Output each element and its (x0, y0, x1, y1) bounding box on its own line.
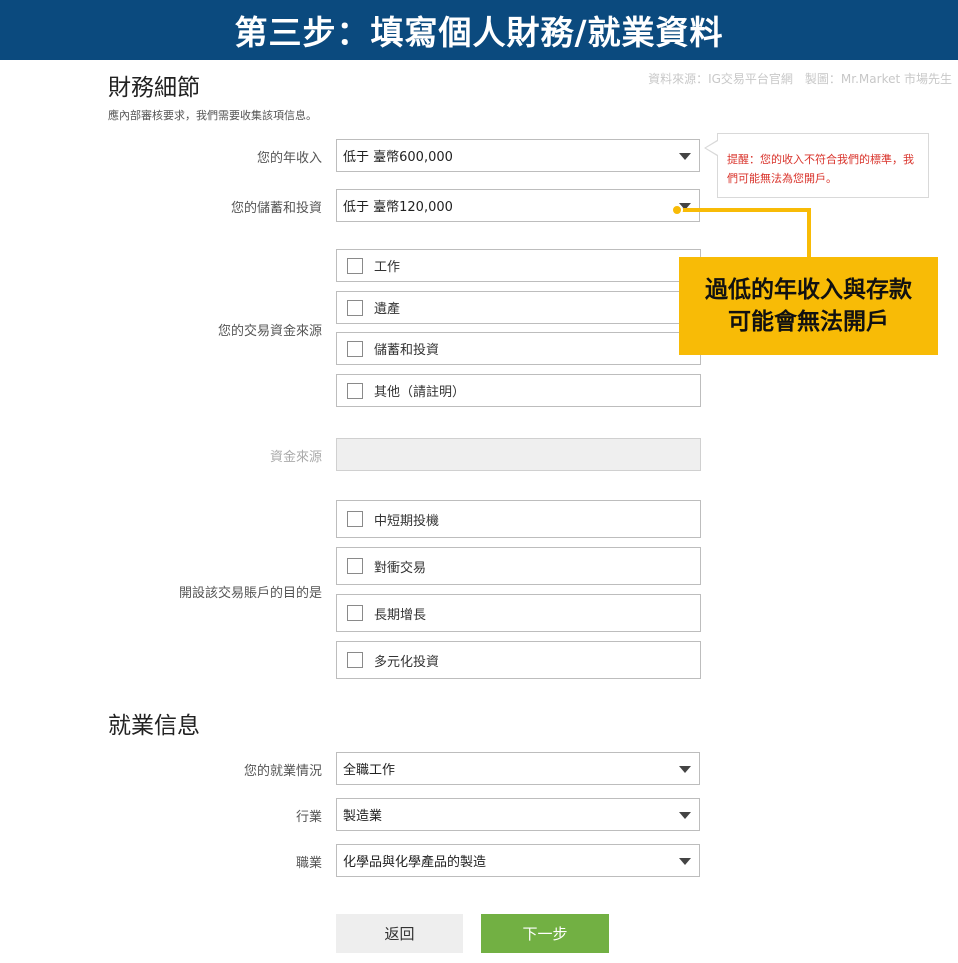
back-button[interactable]: 返回 (336, 914, 463, 953)
option-label: 對衝交易 (374, 560, 427, 576)
industry-label: 行業 (295, 810, 322, 825)
occupation-value: 化學品與化學產品的製造 (343, 855, 487, 870)
purpose-label: 開設該交易賬戶的目的是 (178, 586, 322, 601)
checkbox-icon (347, 257, 363, 274)
income-warning: 提醒：您的收入不符合我們的標準，我們可能無法為您開戶。 (717, 133, 929, 198)
banner-title: 第三步：填寫個人財務/就業資料 (234, 13, 724, 52)
purpose-option-short-term[interactable]: 中短期投機 (336, 500, 701, 538)
callout-connector-vertical (807, 208, 811, 258)
purpose-option-diversified[interactable]: 多元化投資 (336, 641, 701, 679)
fund-source-option-other[interactable]: 其他（請註明） (336, 374, 701, 407)
chevron-down-icon (679, 857, 691, 865)
callout-pointer-dot (671, 204, 683, 216)
callout-line-1: 過低的年收入與存款 (705, 277, 912, 303)
option-label: 中短期投機 (374, 513, 440, 529)
purpose-option-hedging[interactable]: 對衝交易 (336, 547, 701, 585)
fund-source-detail-input[interactable] (336, 438, 701, 471)
checkbox-icon (347, 558, 363, 574)
chevron-down-icon (679, 152, 691, 160)
employment-status-value: 全職工作 (343, 763, 396, 778)
finance-section-title: 財務細節 (108, 75, 200, 101)
occupation-label: 職業 (295, 856, 322, 871)
option-label: 多元化投資 (374, 654, 440, 670)
finance-section-subtitle: 應內部審核要求，我們需要收集該項信息。 (108, 109, 317, 122)
occupation-select[interactable]: 化學品與化學產品的製造 (336, 844, 700, 877)
option-label: 遺產 (374, 302, 401, 317)
checkbox-icon (347, 382, 363, 399)
checkbox-icon (347, 299, 363, 316)
option-label: 其他（請註明） (374, 385, 466, 400)
industry-value: 製造業 (343, 809, 383, 824)
employment-status-label: 您的就業情況 (243, 764, 322, 779)
checkbox-icon (347, 652, 363, 668)
fund-source-option-savings[interactable]: 儲蓄和投資 (336, 332, 701, 365)
chevron-down-icon (679, 765, 691, 773)
savings-select[interactable]: 低于 臺幣120,000 (336, 189, 700, 222)
callout-connector-horizontal (677, 208, 811, 212)
option-label: 工作 (374, 260, 401, 275)
checkbox-icon (347, 605, 363, 621)
industry-select[interactable]: 製造業 (336, 798, 700, 831)
next-button[interactable]: 下一步 (481, 914, 609, 953)
income-select-value: 低于 臺幣600,000 (343, 150, 453, 165)
fund-source-option-work[interactable]: 工作 (336, 249, 701, 282)
checkbox-icon (347, 340, 363, 357)
savings-label: 您的儲蓄和投資 (230, 201, 322, 216)
chevron-down-icon (679, 811, 691, 819)
annotation-callout: 過低的年收入與存款 可能會無法開戶 (679, 257, 938, 355)
income-select[interactable]: 低于 臺幣600,000 (336, 139, 700, 172)
option-label: 長期增長 (374, 607, 427, 623)
fund-source-option-inheritance[interactable]: 遺產 (336, 291, 701, 324)
fund-source-label: 您的交易資金來源 (217, 324, 322, 339)
employment-status-select[interactable]: 全職工作 (336, 752, 700, 785)
income-label: 您的年收入 (256, 151, 322, 166)
fund-source-detail-label: 資金來源 (269, 450, 322, 465)
savings-select-value: 低于 臺幣120,000 (343, 200, 453, 215)
warning-arrow-fill (706, 141, 718, 155)
callout-line-2: 可能會無法開戶 (728, 309, 889, 335)
purpose-option-long-term[interactable]: 長期增長 (336, 594, 701, 632)
top-banner: 第三步：填寫個人財務/就業資料 (0, 0, 958, 60)
checkbox-icon (347, 511, 363, 527)
option-label: 儲蓄和投資 (374, 343, 440, 358)
employment-section-title: 就業信息 (108, 713, 200, 739)
source-note: 資料來源：IG交易平台官網 製圖：Mr.Market 市場先生 (648, 72, 952, 86)
